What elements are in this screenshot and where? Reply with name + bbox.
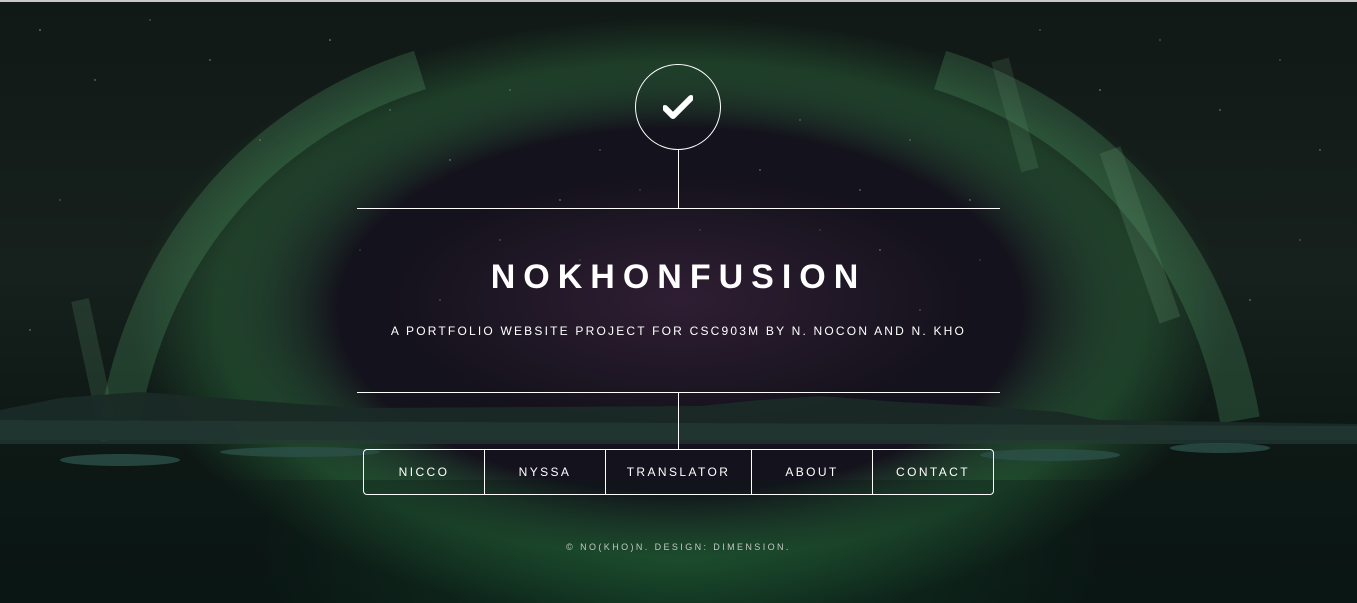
nav-item-label: TRANSLATOR [626, 465, 731, 479]
logo [635, 64, 721, 150]
connector-line-top [678, 150, 679, 208]
nav-item-nicco[interactable]: NICCO [364, 450, 485, 494]
main-nav: NICCO NYSSA TRANSLATOR ABOUT CONTACT [363, 449, 994, 495]
nav-item-about[interactable]: ABOUT [752, 450, 873, 494]
main-content: NOKHONFUSION A PORTFOLIO WEBSITE PROJECT… [0, 0, 1357, 603]
nav-item-label: CONTACT [896, 465, 970, 479]
site-subtitle: A PORTFOLIO WEBSITE PROJECT FOR CSC903M … [390, 324, 967, 338]
nav-item-label: NYSSA [518, 465, 572, 479]
nav-item-contact[interactable]: CONTACT [873, 450, 993, 494]
site-title: NOKHONFUSION [490, 258, 867, 296]
footer-credits: © NO(KHO)N. DESIGN: DIMENSION. [566, 542, 791, 552]
connector-line-bottom [678, 392, 679, 449]
nav-item-translator[interactable]: TRANSLATOR [606, 450, 752, 494]
nav-item-label: NICCO [398, 465, 450, 479]
nav-item-nyssa[interactable]: NYSSA [485, 450, 606, 494]
browser-top-edge [0, 0, 1357, 2]
divider-top [357, 208, 1000, 209]
nav-item-label: ABOUT [785, 465, 839, 479]
page: NOKHONFUSION A PORTFOLIO WEBSITE PROJECT… [0, 0, 1357, 603]
checkmark-icon [663, 95, 693, 119]
